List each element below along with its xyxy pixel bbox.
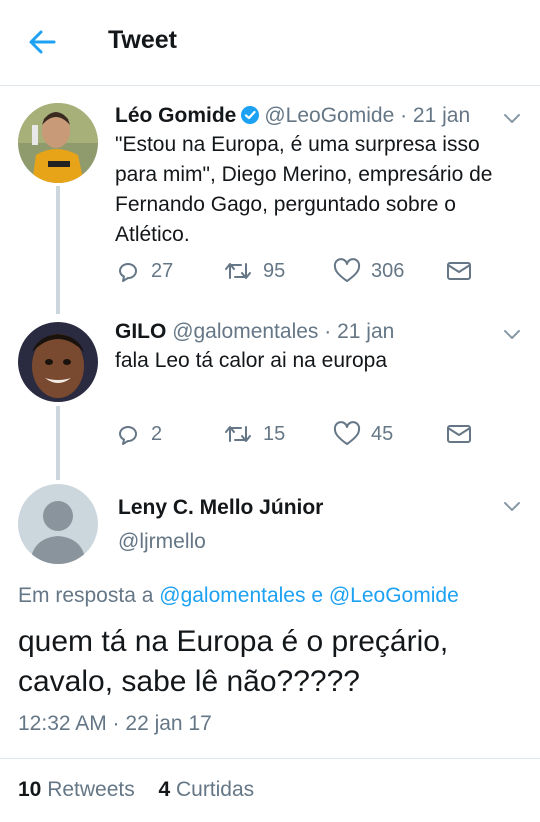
likes-stat[interactable]: 4 Curtidas [158, 778, 254, 801]
chevron-down-icon[interactable] [502, 324, 522, 344]
main-author-name[interactable]: Leny C. Mello Júnior [118, 496, 323, 520]
chevron-down-icon[interactable] [502, 496, 522, 516]
like-count: 45 [371, 422, 394, 445]
retweet-icon [225, 426, 251, 442]
retweet-icon [225, 263, 251, 279]
reply-count: 2 [151, 422, 163, 445]
thread-connector [56, 406, 60, 480]
mention-link[interactable]: @LeoGomide [329, 584, 459, 607]
main-author-handle[interactable]: @ljrmello [118, 530, 206, 554]
top-bar: Tweet [0, 0, 540, 86]
avatar[interactable] [18, 103, 98, 183]
like-button[interactable]: 45 [333, 421, 393, 447]
mention-link[interactable]: @galomentales [159, 584, 305, 607]
thread-connector [56, 186, 60, 314]
tweet-text: "Estou na Europa, é uma surpresa isso pa… [115, 133, 493, 246]
tweet-header: GILO @galomentales · 21 jan [115, 320, 395, 343]
retweets-stat[interactable]: 10 Retweets [18, 778, 135, 801]
avatar[interactable] [18, 322, 98, 402]
reply-button[interactable]: 27 [115, 258, 173, 284]
author-handle[interactable]: @galomentales [172, 320, 318, 343]
retweet-button[interactable]: 95 [223, 258, 285, 284]
retweet-count: 15 [263, 422, 286, 445]
direct-message-button[interactable] [445, 421, 473, 447]
retweet-button[interactable]: 15 [223, 421, 285, 447]
tweet-date[interactable]: 21 jan [337, 320, 394, 343]
tweet-text: fala Leo tá calor ai na europa [115, 349, 388, 372]
avatar[interactable] [18, 484, 98, 564]
tweet-timestamp[interactable]: 12:32 AM · 22 jan 17 [18, 712, 212, 736]
author-name[interactable]: Léo Gomide [115, 104, 236, 127]
author-name[interactable]: GILO [115, 320, 166, 343]
tweet-header: Léo Gomide @LeoGomide · 21 jan [115, 104, 470, 131]
like-count: 306 [371, 259, 405, 282]
envelope-icon [447, 262, 471, 280]
tweet-actions: 27 95 306 [115, 258, 535, 288]
tweet-date[interactable]: 21 jan [413, 104, 470, 127]
envelope-icon [447, 425, 471, 443]
verified-badge-icon [240, 105, 260, 131]
like-button[interactable]: 306 [333, 258, 404, 284]
reply-context: Em resposta a @galomentales e @LeoGomide [18, 584, 459, 607]
reply-button[interactable]: 2 [115, 421, 162, 447]
heart-icon [333, 258, 361, 282]
chevron-down-icon[interactable] [502, 108, 522, 128]
back-arrow-icon[interactable] [26, 26, 58, 58]
page-title: Tweet [108, 26, 177, 54]
heart-icon [333, 421, 361, 445]
author-handle[interactable]: @LeoGomide [264, 104, 394, 127]
reply-icon [119, 426, 137, 445]
divider [0, 758, 540, 759]
reply-count: 27 [151, 259, 174, 282]
retweet-count: 95 [263, 259, 286, 282]
engagement-stats: 10 Retweets 4 Curtidas [18, 778, 254, 802]
main-tweet-text: quem tá na Europa é o preçário, cavalo, … [18, 625, 449, 698]
reply-icon [119, 263, 137, 282]
tweet-actions: 2 15 45 [115, 421, 535, 451]
direct-message-button[interactable] [445, 258, 473, 284]
